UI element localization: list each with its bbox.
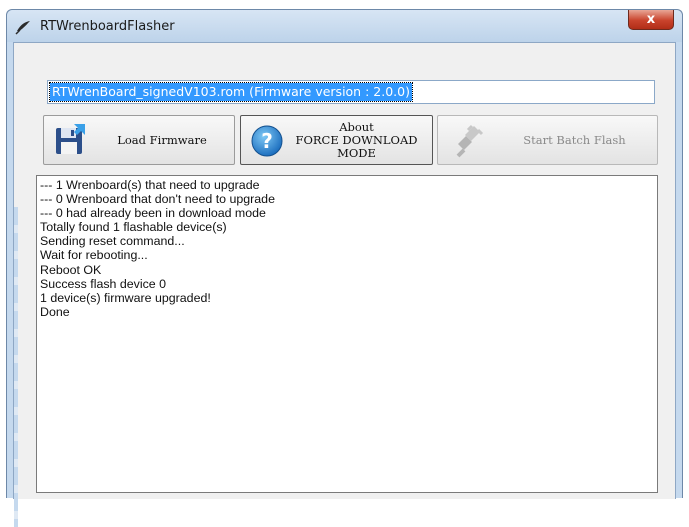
feather-icon [15, 21, 30, 35]
load-firmware-button[interactable]: Load Firmware [43, 115, 235, 165]
log-line: Done [40, 304, 70, 319]
floppy-disk-icon [56, 124, 85, 154]
log-line: Reboot OK [40, 262, 102, 277]
log-line: --- 0 Wrenboard that don't need to upgra… [40, 192, 275, 207]
window-title: RTWrenboardFlasher [40, 19, 175, 34]
close-icon: x [646, 12, 656, 27]
start-batch-flash-button[interactable]: Start Batch Flash [437, 115, 658, 165]
log-output[interactable]: --- 1 Wrenboard(s) that need to upgrade … [36, 175, 658, 493]
title-bar[interactable]: RTWrenboardFlasher x [7, 10, 682, 42]
usb-plug-icon [456, 124, 484, 158]
start-batch-flash-label: Start Batch Flash [523, 132, 626, 147]
about-force-download-button[interactable]: ? About FORCE DOWNLOAD MODE [240, 115, 433, 165]
client-area: RTWrenBoard_signedV103.rom (Firmware ver… [13, 42, 676, 527]
firmware-file-value: RTWrenBoard_signedV103.rom (Firmware ver… [49, 82, 413, 102]
firmware-file-field[interactable]: RTWrenBoard_signedV103.rom (Firmware ver… [47, 80, 655, 104]
force-download-label: FORCE DOWNLOAD MODE [295, 132, 418, 160]
log-line: --- 1 Wrenboard(s) that need to upgrade [40, 178, 260, 192]
log-line: Totally found 1 flashable device(s) [40, 220, 227, 235]
svg-text:?: ? [261, 129, 273, 153]
log-line: Sending reset command... [40, 234, 185, 249]
help-question-icon: ? [251, 125, 283, 157]
log-line: --- 0 had already been in download mode [40, 206, 266, 221]
close-button[interactable]: x [628, 10, 674, 30]
log-line: Wait for rebooting... [40, 248, 148, 263]
app-window: RTWrenboardFlasher x RTWrenBoard_signedV… [6, 9, 683, 527]
load-firmware-label: Load Firmware [117, 132, 207, 147]
about-label: About [339, 119, 374, 134]
log-line: Success flash device 0 [40, 276, 167, 291]
log-line: 1 device(s) firmware upgraded! [40, 290, 211, 305]
frame-edge [14, 207, 18, 527]
